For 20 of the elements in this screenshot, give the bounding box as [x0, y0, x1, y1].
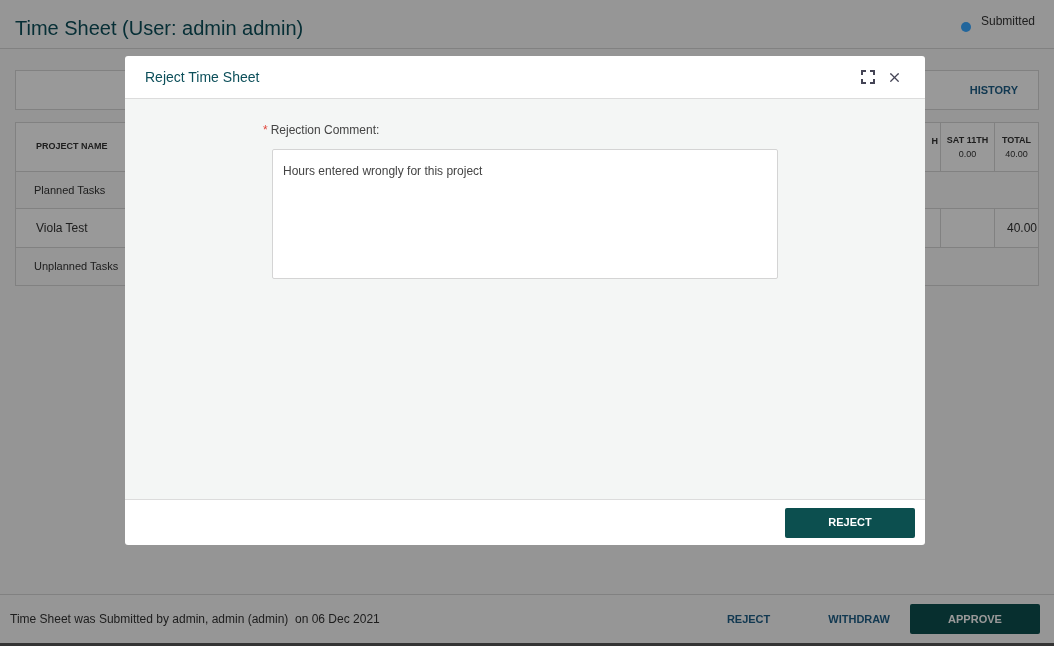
page-title: Time Sheet (User: admin admin) [15, 16, 304, 41]
reject-button[interactable]: REJECT [726, 610, 771, 628]
column-header: TOTAL 40.00 [994, 123, 1038, 171]
group-row-label: Planned Tasks [34, 182, 106, 198]
group-row-label: Unplanned Tasks [34, 259, 119, 275]
maximize-icon[interactable] [861, 70, 875, 84]
dialog-title: Reject Time Sheet [145, 67, 261, 87]
withdraw-button[interactable]: WITHDRAW [828, 610, 890, 628]
status-label: Submitted [980, 13, 1035, 30]
history-button[interactable]: HISTORY [969, 81, 1018, 99]
column-header: PROJECT NAME [35, 140, 109, 154]
submission-message: Time Sheet was Submitted by admin, admin (admin) on 06 Dec 2021 [10, 611, 381, 628]
rejection-comment-field[interactable]: Hours entered wrongly for this project [272, 149, 778, 279]
total-cell: 40.00 [994, 209, 1038, 247]
dialog-reject-button[interactable]: REJECT [785, 507, 915, 538]
column-header: SAT 11TH 0.00 [940, 123, 994, 171]
field-label: Rejection Comment: [270, 122, 380, 139]
approve-button[interactable]: APPROVE [910, 604, 1040, 634]
project-name-cell-text: Viola Test [35, 220, 89, 237]
required-asterisk: * [263, 122, 268, 139]
